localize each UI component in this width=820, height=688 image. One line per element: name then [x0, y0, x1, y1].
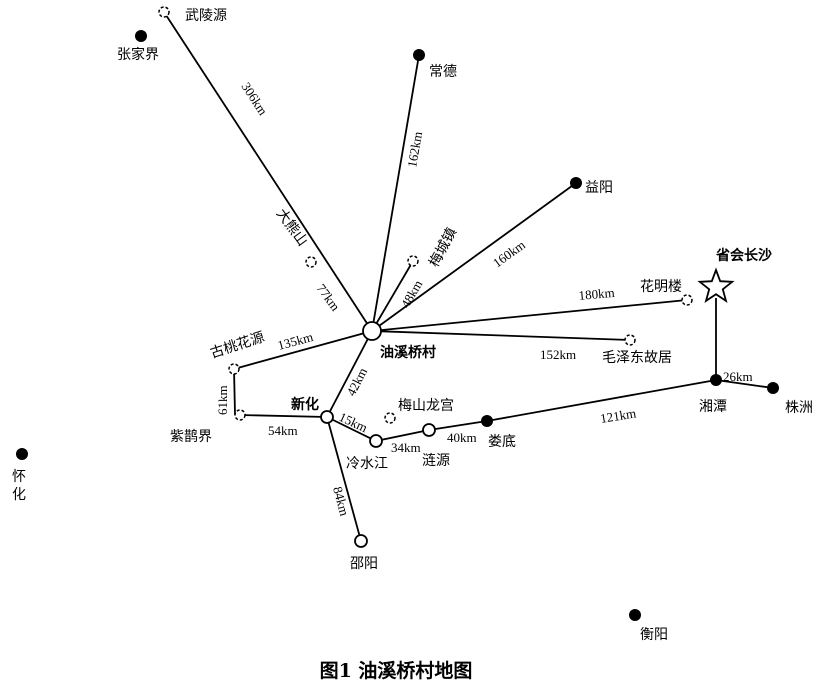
town-marker-youxiqiaocun	[362, 321, 382, 341]
label-changsha: 省会长沙	[715, 247, 772, 264]
label-meishanlonggong: 梅山龙宫	[398, 398, 454, 414]
road-youxi-yiyang	[371, 182, 577, 332]
town-marker-xinhua	[320, 410, 334, 424]
city-marker-hengyang	[629, 609, 641, 621]
scenic-marker-wulingyuan	[158, 6, 170, 18]
label-shaoyang: 邵阳	[350, 556, 378, 572]
scenic-marker-gutaohuayuan	[228, 363, 240, 375]
scenic-marker-ziquejie	[234, 409, 246, 421]
label-huaihua-2: 化	[12, 487, 26, 503]
label-huaminglou: 花明楼	[640, 279, 682, 295]
distance-daxiongshan: 77km	[314, 281, 344, 314]
label-lengshuijiang: 冷水江	[346, 456, 388, 472]
distance-wulingyuan: 306km	[238, 79, 270, 117]
road-youxi-wulingyuan	[163, 11, 373, 332]
place-labels: 武陵源 张家界 常德 益阳 大熊山 梅城镇 省会长沙 花明楼 油溪桥村 毛泽东故…	[12, 8, 813, 643]
label-youxiqiaocun: 油溪桥村	[380, 344, 436, 361]
road-xinhua-xiangtan	[326, 379, 717, 442]
city-marker-loudi	[481, 415, 493, 427]
distance-ziquejie: 61km	[215, 385, 230, 415]
label-loudi: 娄底	[488, 434, 516, 450]
label-zhuzhou: 株洲	[785, 400, 813, 416]
scenic-marker-daxiongshan	[305, 256, 317, 268]
route-map: 武陵源 张家界 常德 益阳 大熊山 梅城镇 省会长沙 花明楼 油溪桥村 毛泽东故…	[12, 6, 813, 682]
label-wulingyuan: 武陵源	[185, 8, 227, 24]
distance-xiangtan: 121km	[599, 405, 637, 425]
distance-xinhua: 42km	[343, 365, 370, 398]
label-huaihua-1: 怀	[12, 469, 26, 485]
label-lianyuan: 涟源	[422, 453, 450, 469]
city-marker-zhuzhou	[767, 382, 779, 394]
figure-caption: 图1 油溪桥村地图	[320, 659, 473, 682]
label-gutaohuayuan: 古桃花源	[208, 329, 266, 362]
town-marker-lengshuijiang	[369, 434, 383, 448]
road-youxi-maozedong	[371, 330, 631, 341]
scenic-marker-huaminglou	[681, 294, 693, 306]
distance-huaminglou: 180km	[578, 285, 615, 303]
distance-meichengzhen: 48km	[398, 277, 426, 310]
label-yiyang: 益阳	[585, 180, 613, 196]
distance-lianyuan: 34km	[391, 440, 421, 455]
road-xinhua-shaoyang	[326, 416, 362, 542]
label-maozedong: 毛泽东故居	[602, 350, 672, 366]
scenic-marker-maozedong	[624, 334, 636, 346]
label-hengyang: 衡阳	[640, 627, 668, 643]
label-changde: 常德	[429, 64, 457, 80]
label-xiangtan: 湘潭	[699, 398, 727, 415]
town-marker-lianyuan	[422, 423, 436, 437]
distance-loudi: 40km	[447, 430, 477, 445]
road-youxi-huaminglou	[371, 299, 688, 332]
city-marker-xiangtan	[710, 374, 722, 386]
town-marker-shaoyang	[354, 534, 368, 548]
label-meichengzhen: 梅城镇	[426, 225, 460, 270]
distance-shaoyang: 84km	[330, 485, 352, 517]
scenic-marker-meichengzhen	[407, 255, 419, 267]
city-marker-changde	[413, 49, 425, 61]
capital-star-icon	[697, 267, 735, 303]
distance-labels: 306km 162km 160km 48km 77km 180km 152km …	[215, 79, 753, 517]
label-ziquejie: 紫鹊界	[170, 428, 212, 445]
label-xinhua: 新化	[291, 396, 319, 413]
distance-xinhua-ziquejie: 54km	[268, 423, 298, 438]
distance-changde: 162km	[404, 130, 425, 168]
distance-lengshuijiang: 15km	[337, 409, 370, 435]
distance-zhuzhou: 26km	[723, 369, 753, 384]
city-marker-yiyang	[570, 177, 582, 189]
city-marker-huaihua	[16, 448, 28, 460]
scenic-marker-meishanlonggong	[384, 412, 396, 424]
distance-gutaohuayuan: 135km	[276, 329, 315, 353]
city-marker-zhangjiajie	[135, 30, 147, 42]
markers	[16, 6, 779, 621]
distance-maozedong: 152km	[540, 347, 576, 362]
label-zhangjiajie: 张家界	[117, 46, 159, 63]
